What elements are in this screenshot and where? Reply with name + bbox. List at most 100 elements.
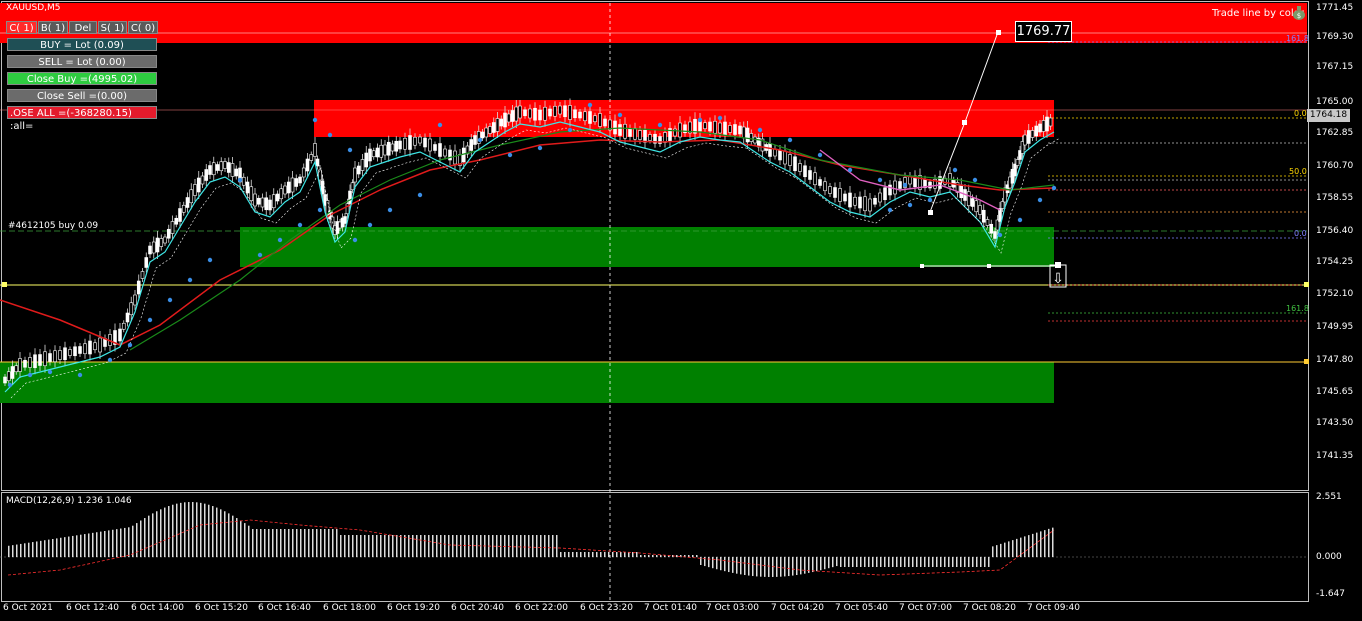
macd-bar (980, 557, 982, 567)
sar-dot (7, 382, 13, 388)
fib-label-upper-0: 0.0 (1294, 109, 1307, 118)
candle-body (118, 328, 122, 342)
candle-body (360, 159, 365, 171)
macd-bar (840, 557, 842, 567)
candle-body (453, 150, 457, 165)
macd-bar (1008, 541, 1010, 557)
axis-marker (1304, 359, 1309, 364)
trend-handle (928, 210, 933, 215)
macd-bar (588, 552, 590, 557)
candle-body (843, 193, 847, 202)
price-axis-label: 1758.55 (1316, 193, 1354, 203)
sar-dot (927, 197, 933, 203)
sar-dot (207, 257, 213, 263)
candle-body (788, 154, 792, 166)
close-all-button[interactable]: .OSE ALL =(-368280.15) :all= (7, 106, 157, 132)
macd-bar (380, 535, 382, 557)
close-sell-button[interactable]: Close Sell =(0.00) (7, 89, 157, 102)
money-bag-icon[interactable]: $ (1291, 4, 1307, 21)
macd-bar (156, 511, 158, 557)
candle-body (215, 164, 220, 171)
macd-bar (280, 529, 282, 557)
time-axis-label: 6 Oct 18:00 (323, 603, 376, 613)
candle-body (125, 312, 130, 323)
macd-bar (308, 529, 310, 557)
svg-text:$: $ (1297, 12, 1301, 20)
sell-count-button[interactable]: S( 1) (98, 21, 127, 34)
candle-body (518, 105, 522, 119)
macd-bar (468, 535, 470, 557)
macd-bar (152, 513, 154, 557)
candle-body (798, 163, 802, 172)
candle-body (808, 170, 812, 180)
macd-bar (600, 552, 602, 557)
macd-bar (656, 555, 658, 557)
candle-body (863, 196, 867, 212)
macd-bar (192, 502, 194, 557)
macd-bar (592, 552, 594, 557)
sar-dot (47, 369, 53, 375)
time-axis-label: 6 Oct 22:00 (515, 603, 568, 613)
macd-bar (376, 535, 378, 557)
macd-bar (536, 535, 538, 557)
macd-bar (712, 557, 714, 569)
candle-body (423, 137, 427, 148)
candle-body (23, 359, 27, 368)
candle-body (593, 115, 597, 123)
macd-bar (544, 535, 546, 557)
macd-bar (252, 529, 254, 557)
macd-bar (732, 557, 734, 573)
macd-bar (172, 504, 174, 557)
macd-bar (728, 557, 730, 573)
candle-body (643, 129, 647, 143)
macd-bar (460, 535, 462, 557)
delete-button[interactable]: Del (69, 21, 97, 34)
macd-bar (20, 543, 22, 557)
macd-bar (288, 529, 290, 557)
macd-bar (724, 557, 726, 572)
candle-body (383, 144, 387, 156)
candle-body (543, 106, 547, 121)
candle-body (245, 181, 250, 194)
candle-body (898, 181, 902, 189)
close-one-button[interactable]: C( 1) (6, 21, 37, 34)
close-zero-button[interactable]: C( 0) (128, 21, 158, 34)
macd-bar (1004, 542, 1006, 557)
macd-bar (108, 530, 110, 557)
sell-lot-button[interactable]: SELL = Lot (0.00) (7, 55, 157, 68)
macd-bar (1044, 530, 1046, 557)
macd-bar (32, 542, 34, 557)
macd-bar (1024, 536, 1026, 557)
candle-body (510, 110, 515, 122)
buy-lot-button[interactable]: BUY = Lot (0.09) (7, 38, 157, 51)
macd-bar (968, 557, 970, 567)
symbol-label: XAUUSD,M5 (6, 3, 61, 13)
macd-bar (64, 537, 66, 557)
candle-body (211, 162, 216, 176)
macd-bar (948, 557, 950, 567)
sar-dot (417, 192, 423, 198)
sar-dot (27, 372, 33, 378)
candle-body (93, 342, 97, 351)
macd-bar (964, 557, 966, 567)
macd-bar (440, 535, 442, 557)
candle-body (558, 105, 562, 115)
candle-body (993, 231, 997, 239)
candle-body (488, 126, 492, 134)
candle-body (708, 121, 712, 132)
macd-bar (956, 557, 958, 567)
time-axis-label: 6 Oct 19:20 (387, 603, 440, 613)
candle-body (136, 280, 141, 295)
candle-body (623, 123, 627, 139)
price-target-tag[interactable]: 1769.77 (1015, 21, 1072, 42)
candle-body (733, 124, 737, 135)
macd-bar (904, 557, 906, 567)
close-buy-button[interactable]: Close Buy =(4995.02) (7, 72, 157, 85)
candle-body (703, 122, 707, 130)
macd-bar (344, 535, 346, 557)
sar-dot (787, 137, 793, 143)
candle-body (368, 148, 372, 162)
sar-dot (902, 182, 908, 188)
buy-count-button[interactable]: B( 1) (38, 21, 68, 34)
candle-body (185, 197, 190, 208)
